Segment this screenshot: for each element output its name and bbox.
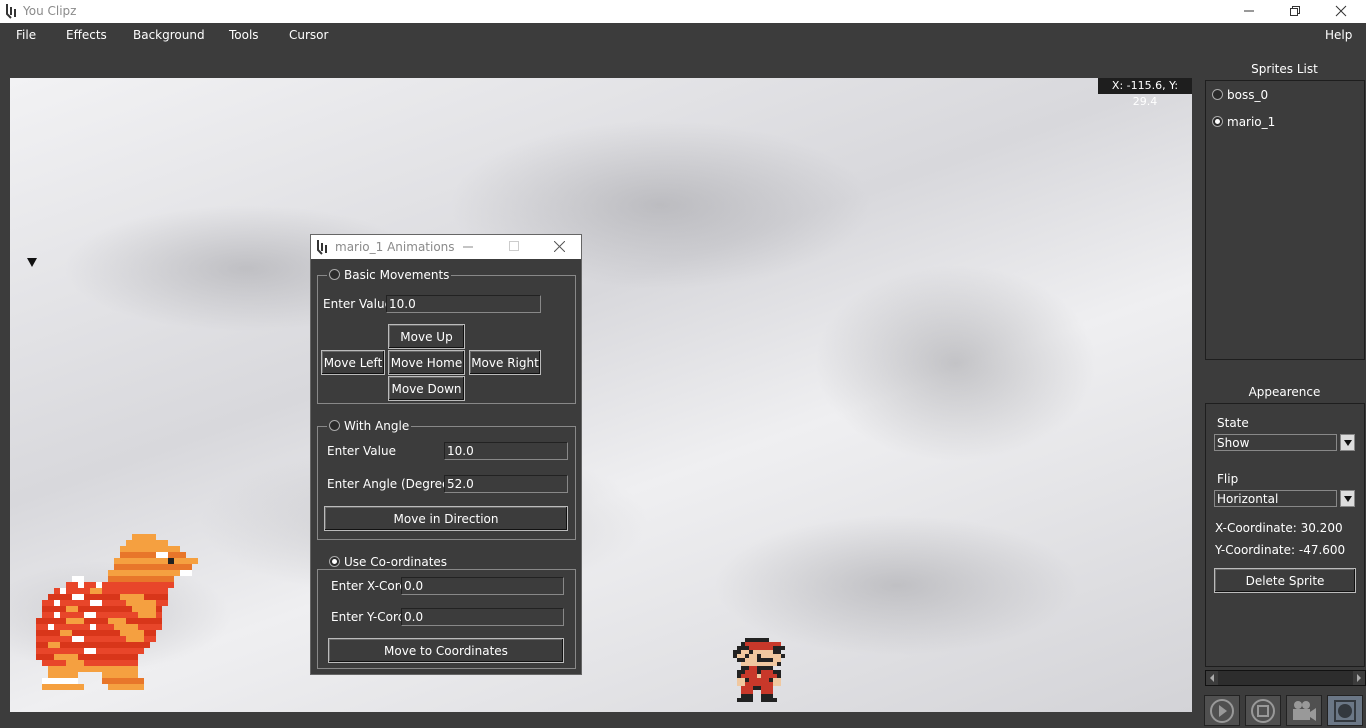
y-coordinate-readout: Y-Coordinate: -47.600 <box>1215 543 1346 557</box>
app-icon <box>317 240 327 255</box>
x-cord-label: Enter X-Cord <box>331 579 408 593</box>
delete-sprite-button[interactable]: Delete Sprite <box>1214 568 1356 593</box>
flip-select[interactable]: Horizontal <box>1214 490 1337 507</box>
minimize-button[interactable] <box>1226 0 1272 23</box>
menubar: File Effects Background Tools Cursor Hel… <box>0 23 1366 49</box>
sprite-item-boss-0[interactable]: boss_0 <box>1212 88 1268 102</box>
animations-dialog: mario_1 Animations Basic Movements Enter… <box>310 234 582 675</box>
radio-icon[interactable] <box>329 420 340 431</box>
y-cord-label: Enter Y-Cord <box>331 610 406 624</box>
scroll-right-arrow-icon[interactable] <box>1353 671 1365 685</box>
angle-value-input[interactable]: 10.0 <box>444 442 568 460</box>
with-angle-legend[interactable]: With Angle <box>327 419 412 433</box>
basic-value-input[interactable]: 10.0 <box>386 295 541 313</box>
sprites-list-title: Sprites List <box>1251 62 1318 76</box>
move-down-button[interactable]: Move Down <box>388 376 465 401</box>
radio-checked-icon[interactable] <box>329 556 340 567</box>
close-icon[interactable] <box>554 241 565 252</box>
angle-degrees-input[interactable]: 52.0 <box>444 475 568 493</box>
use-coordinates-legend[interactable]: Use Co-ordinates <box>327 555 450 569</box>
radio-icon[interactable] <box>1212 89 1223 100</box>
dialog-title: mario_1 Animations <box>335 240 455 254</box>
maximize-icon[interactable] <box>509 241 519 251</box>
minimize-icon <box>1244 10 1254 12</box>
x-coordinate-readout: X-Coordinate: 30.200 <box>1215 521 1343 535</box>
flip-label: Flip <box>1217 472 1239 486</box>
basic-movements-legend[interactable]: Basic Movements <box>327 268 452 282</box>
dialog-titlebar: mario_1 Animations <box>311 235 581 259</box>
window-titlebar: You Clipz <box>0 0 1366 23</box>
angle-degrees-label: Enter Angle (Degrees) <box>327 477 461 491</box>
radio-icon[interactable] <box>329 269 340 280</box>
pointer-cursor-icon <box>27 258 37 267</box>
maximize-icon <box>1290 6 1300 16</box>
window-title: You Clipz <box>23 4 77 18</box>
maximize-button[interactable] <box>1272 0 1318 23</box>
flip-dropdown-arrow-icon[interactable] <box>1340 490 1355 507</box>
x-cord-input[interactable]: 0.0 <box>401 577 564 595</box>
radio-checked-icon[interactable] <box>1212 116 1223 127</box>
play-button[interactable] <box>1204 695 1240 726</box>
menu-tools[interactable]: Tools <box>229 28 259 42</box>
state-dropdown-arrow-icon[interactable] <box>1340 434 1355 451</box>
menu-cursor[interactable]: Cursor <box>289 28 328 42</box>
record-button[interactable] <box>1327 695 1363 726</box>
camera-icon <box>1293 701 1316 721</box>
move-up-button[interactable]: Move Up <box>388 324 465 349</box>
move-left-button[interactable]: Move Left <box>321 350 385 375</box>
minimize-icon[interactable] <box>463 242 473 252</box>
record-icon <box>1334 700 1356 722</box>
y-cord-input[interactable]: 0.0 <box>401 608 564 626</box>
state-select[interactable]: Show <box>1214 434 1337 451</box>
stop-button[interactable] <box>1245 695 1281 726</box>
state-label: State <box>1217 416 1249 430</box>
move-in-direction-button[interactable]: Move in Direction <box>324 506 568 531</box>
stop-icon <box>1251 699 1275 723</box>
panel-horizontal-scrollbar[interactable] <box>1205 670 1366 686</box>
angle-enter-value-label: Enter Value <box>327 444 396 458</box>
camera-button[interactable] <box>1286 695 1322 726</box>
boss-sprite[interactable] <box>36 534 198 696</box>
sprite-canvas[interactable] <box>10 78 1192 712</box>
menu-effects[interactable]: Effects <box>66 28 107 42</box>
menu-help[interactable]: Help <box>1325 28 1352 42</box>
close-button[interactable] <box>1318 0 1364 23</box>
move-to-coordinates-button[interactable]: Move to Coordinates <box>328 638 564 663</box>
cursor-coordinates: X: -115.6, Y: 29.4 <box>1098 78 1192 108</box>
scroll-left-arrow-icon[interactable] <box>1206 671 1218 685</box>
basic-enter-value-label: Enter Value <box>323 297 392 311</box>
play-icon <box>1210 699 1234 723</box>
appearance-title: Appearence <box>1248 385 1321 399</box>
move-right-button[interactable]: Move Right <box>469 350 541 375</box>
menu-file[interactable]: File <box>16 28 36 42</box>
close-icon <box>1335 5 1347 17</box>
sprite-item-mario-1[interactable]: mario_1 <box>1212 115 1275 129</box>
mario-sprite[interactable] <box>733 638 789 706</box>
menu-background[interactable]: Background <box>133 28 205 42</box>
move-home-button[interactable]: Move Home <box>388 350 465 375</box>
app-icon <box>6 4 16 19</box>
